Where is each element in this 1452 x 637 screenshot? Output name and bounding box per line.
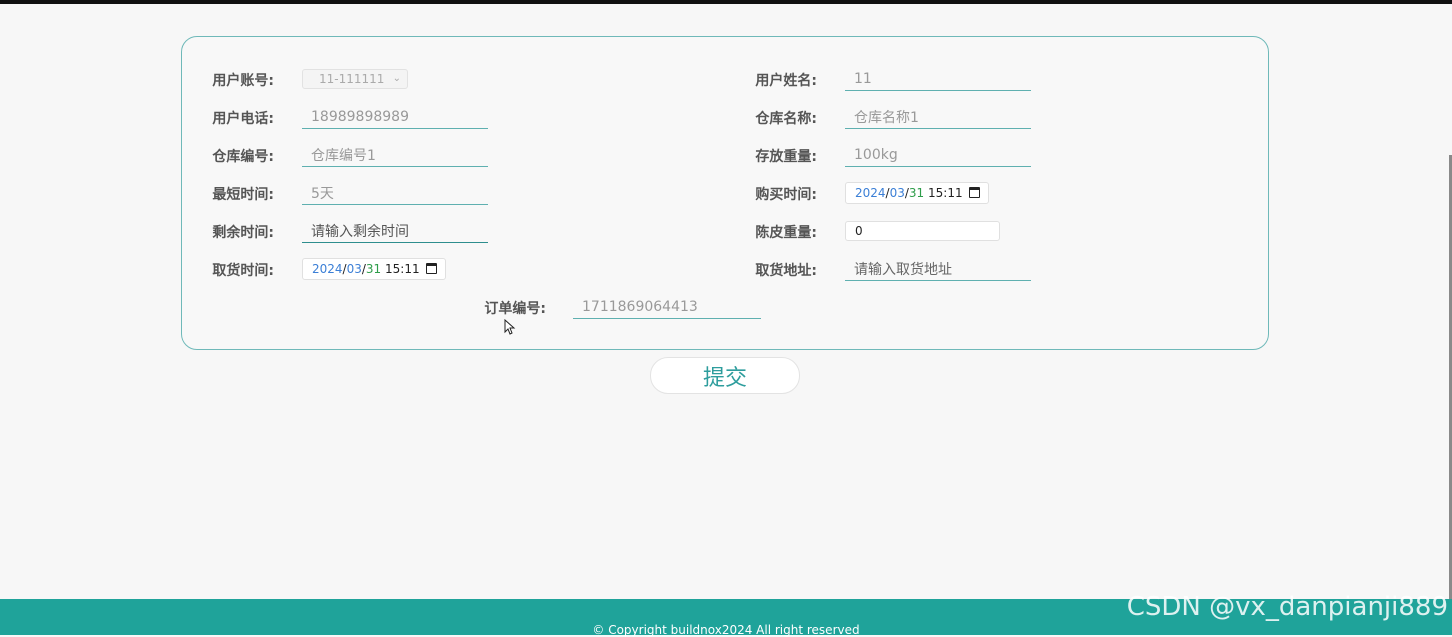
tare-weight-input[interactable]: 0 (845, 221, 1000, 241)
submit-button[interactable]: 提交 (650, 357, 800, 394)
tare-weight-label: 陈皮重量: (755, 225, 817, 241)
user-account-label: 用户账号: (212, 73, 274, 89)
user-account-select[interactable]: 11-111111 ⌄ (302, 69, 408, 89)
min-time-input[interactable]: 5天 (302, 181, 488, 205)
remaining-time-placeholder: 请输入剩余时间 (311, 223, 409, 240)
user-account-value: 11-111111 (319, 72, 385, 86)
storage-weight-value: 100kg (854, 146, 898, 163)
storage-weight-input[interactable]: 100kg (845, 143, 1031, 167)
watermark: CSDN @vx_danpianji889 (1126, 592, 1448, 622)
warehouse-no-input[interactable]: 仓库编号1 (302, 143, 488, 167)
user-name-input[interactable]: 11 (845, 67, 1031, 91)
pickup-time-picker[interactable]: 2024/03/31 15:11 (302, 258, 446, 280)
remaining-time-input[interactable]: 请输入剩余时间 (302, 219, 488, 243)
calendar-icon[interactable] (426, 263, 437, 274)
user-phone-label: 用户电话: (212, 111, 274, 127)
user-name-value: 11 (854, 70, 872, 87)
pickup-clock: 15:11 (385, 262, 420, 276)
user-phone-input[interactable]: 18989898989 (302, 105, 488, 129)
purchase-month: 03 (889, 186, 905, 200)
storage-weight-label: 存放重量: (755, 149, 817, 165)
min-time-label: 最短时间: (212, 187, 274, 203)
purchase-day: 31 (908, 186, 925, 200)
pickup-address-placeholder: 请输入取货地址 (854, 261, 952, 278)
tare-weight-value: 0 (855, 224, 863, 238)
min-time-value: 5天 (311, 185, 334, 202)
warehouse-name-input[interactable]: 仓库名称1 (845, 105, 1031, 129)
pickup-time-label: 取货时间: (212, 263, 274, 279)
user-phone-value: 18989898989 (311, 108, 409, 125)
mouse-cursor-icon (504, 319, 516, 335)
order-no-input[interactable]: 1711869064413 (573, 295, 761, 319)
pickup-address-input[interactable]: 请输入取货地址 (845, 257, 1031, 281)
warehouse-name-label: 仓库名称: (755, 111, 817, 127)
user-name-label: 用户姓名: (755, 73, 817, 89)
warehouse-no-placeholder: 仓库编号1 (311, 147, 376, 164)
order-form-card: 用户账号: 11-111111 ⌄ 用户电话: 18989898989 仓库编号… (181, 36, 1269, 350)
purchase-year: 2024 (855, 186, 886, 200)
warehouse-name-placeholder: 仓库名称1 (854, 109, 919, 126)
warehouse-no-label: 仓库编号: (212, 149, 274, 165)
calendar-icon[interactable] (969, 187, 980, 198)
order-no-label: 订单编号: (484, 301, 546, 317)
purchase-time-label: 购买时间: (755, 187, 817, 203)
order-no-value: 1711869064413 (582, 298, 698, 315)
pickup-month: 03 (346, 262, 362, 276)
remaining-time-label: 剩余时间: (212, 225, 274, 241)
pickup-address-label: 取货地址: (755, 263, 817, 279)
purchase-time-picker[interactable]: 2024/03/31 15:11 (845, 182, 989, 204)
chevron-down-icon: ⌄ (392, 73, 401, 84)
pickup-year: 2024 (312, 262, 343, 276)
pickup-day: 31 (365, 262, 382, 276)
purchase-clock: 15:11 (928, 186, 963, 200)
top-bar (0, 0, 1452, 4)
